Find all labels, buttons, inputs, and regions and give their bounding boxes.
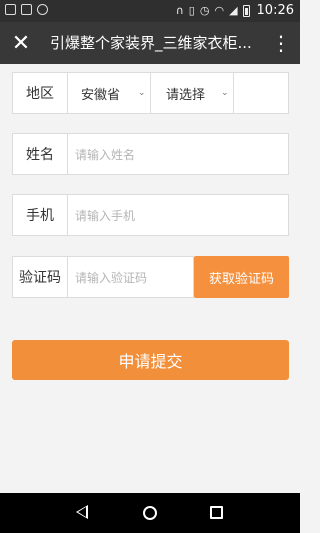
name-label: 姓名 [13, 134, 68, 174]
signal-icon: ◢ [229, 3, 238, 17]
code-input[interactable]: 请输入验证码 [75, 257, 190, 297]
navigation-bar [0, 493, 300, 533]
inbox-icon [21, 4, 32, 15]
status-bar: ∩ ▯ ◷ ◠ ◢ 10:26 [0, 0, 300, 22]
vibrate-icon: ▯ [188, 3, 195, 17]
region-row: 地区 安徽省 ⌄ 请选择 ⌄ [12, 72, 289, 114]
get-code-button[interactable]: 获取验证码 [194, 256, 289, 298]
system-icons: ∩ ▯ ◷ ◠ ◢ 10:26 [176, 3, 294, 18]
phone-row: 手机 请输入手机 [12, 194, 289, 236]
name-row: 姓名 请输入姓名 [12, 133, 289, 175]
close-button[interactable]: ✕ [6, 28, 36, 58]
close-icon: ✕ [11, 30, 31, 56]
submit-button[interactable]: 申请提交 [12, 340, 289, 380]
phone-label: 手机 [13, 195, 68, 235]
wifi-icon: ◠ [214, 3, 225, 17]
alarm-icon: ◷ [199, 3, 210, 17]
phone-input[interactable]: 请输入手机 [75, 195, 285, 235]
image-icon [5, 4, 16, 15]
city-value: 请选择 [166, 87, 206, 103]
more-vertical-icon: ⋮ [271, 31, 291, 55]
name-input[interactable]: 请输入姓名 [75, 134, 285, 174]
back-icon[interactable] [76, 505, 88, 519]
city-select[interactable]: 请选择 ⌄ [151, 73, 234, 113]
region-label: 地区 [13, 73, 68, 113]
code-row: 验证码 请输入验证码 [12, 256, 194, 298]
more-options-button[interactable]: ⋮ [266, 28, 296, 58]
title-bar: ✕ 引爆整个家装界_三维家衣柜... ⋮ [0, 22, 300, 64]
home-icon[interactable] [143, 506, 157, 520]
notification-icons [5, 4, 48, 15]
headset-icon: ∩ [175, 3, 184, 17]
battery-icon [242, 4, 250, 17]
chevron-down-icon: ⌄ [138, 88, 146, 98]
status-time: 10:26 [256, 3, 294, 18]
settings-circle-icon [37, 4, 48, 15]
recent-apps-icon[interactable] [210, 506, 223, 519]
province-select[interactable]: 安徽省 ⌄ [68, 73, 151, 113]
chevron-down-icon: ⌄ [221, 88, 229, 98]
page-title: 引爆整个家装界_三维家衣柜... [50, 34, 252, 52]
code-label: 验证码 [13, 257, 68, 297]
province-value: 安徽省 [81, 87, 121, 103]
